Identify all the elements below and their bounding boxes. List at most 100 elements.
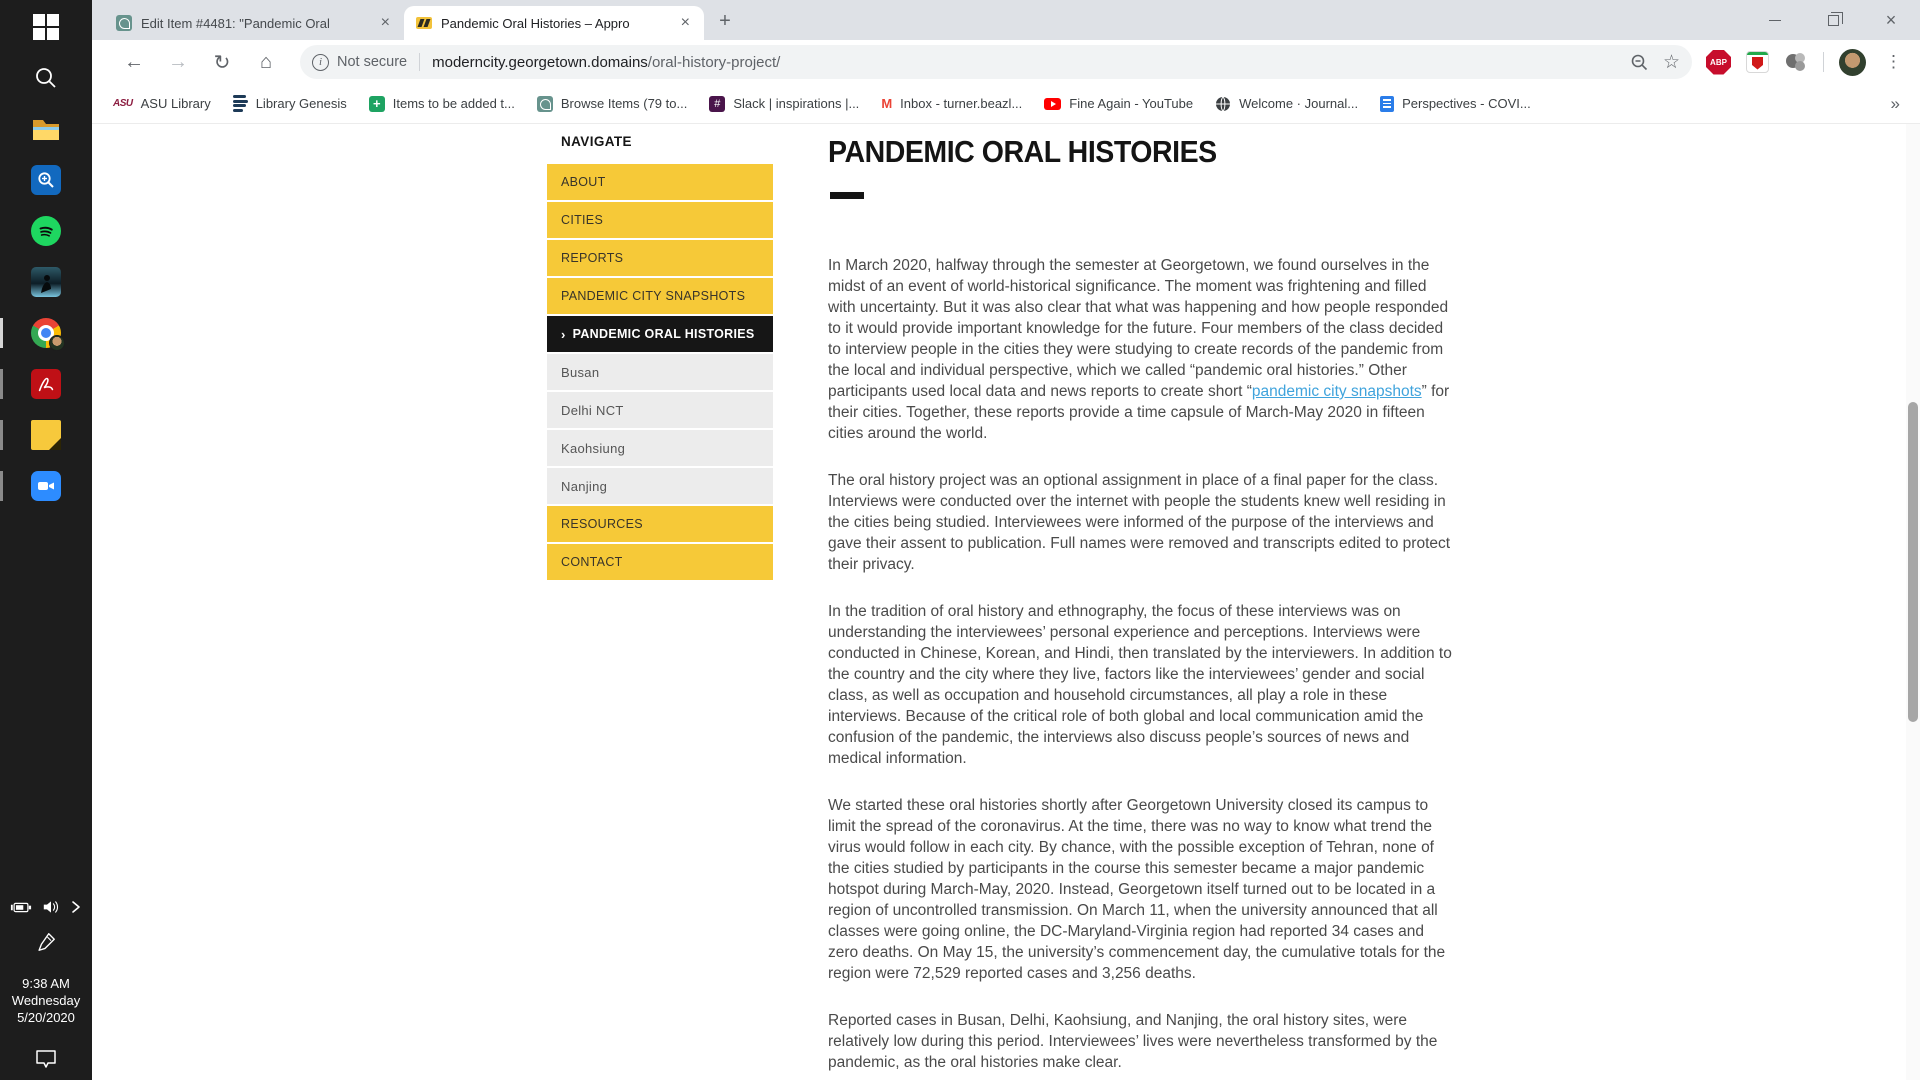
google-docs-icon <box>1380 96 1394 112</box>
nav-item-kaohsiung[interactable]: Kaohsiung <box>547 430 773 466</box>
tab-pandemic-oral-histories[interactable]: Pandemic Oral Histories – Appro × <box>404 6 704 40</box>
forward-button[interactable]: → <box>156 51 200 74</box>
bookmark-slack[interactable]: # Slack | inspirations |... <box>698 96 870 112</box>
bookmarks-overflow-chevron[interactable]: » <box>1881 94 1910 114</box>
nav-item-nanjing[interactable]: Nanjing <box>547 468 773 504</box>
close-window-button[interactable]: × <box>1862 0 1920 40</box>
nav-item-about[interactable]: ABOUT <box>547 164 773 200</box>
slack-icon: # <box>709 96 725 112</box>
tab-close-icon[interactable]: × <box>679 15 692 31</box>
site-info-icon[interactable]: i <box>312 54 329 71</box>
nav-item-delhi-nct[interactable]: Delhi NCT <box>547 392 773 428</box>
tab-close-icon[interactable]: × <box>379 15 392 31</box>
url-path: /oral-history-project/ <box>648 54 781 71</box>
magnifier-app-button[interactable] <box>0 159 92 201</box>
new-tab-button[interactable]: + <box>710 6 740 36</box>
file-explorer-button[interactable] <box>0 108 92 150</box>
nav-item-busan[interactable]: Busan <box>547 354 773 390</box>
tab-edit-item[interactable]: Edit Item #4481: "Pandemic Oral × <box>104 6 404 40</box>
windows-ink-pen-icon[interactable] <box>35 931 57 953</box>
globe-icon <box>1215 96 1231 112</box>
file-explorer-icon <box>31 116 61 142</box>
zoom-app-icon <box>31 471 61 501</box>
url-host: moderncity.georgetown.domains <box>432 54 648 71</box>
url-text[interactable]: moderncity.georgetown.domains/oral-histo… <box>432 54 1630 71</box>
bookmark-label: Slack | inspirations |... <box>733 96 859 111</box>
title-rule <box>830 192 864 199</box>
paragraph-5: Reported cases in Busan, Delhi, Kaohsiun… <box>828 1010 1458 1073</box>
bookmark-asu-library[interactable]: ASU ASU Library <box>102 96 222 111</box>
bookmark-label: Items to be added t... <box>393 96 515 111</box>
nav-item-pandemic-oral-histories[interactable]: › PANDEMIC ORAL HISTORIES <box>547 316 773 352</box>
reload-button[interactable]: ↻ <box>200 50 244 75</box>
taskbar-clock[interactable]: 9:38 AM Wednesday 5/20/2020 <box>12 975 80 1026</box>
magnifier-app-icon <box>31 165 61 195</box>
taskbar-search-button[interactable] <box>0 57 92 99</box>
scrollbar-thumb[interactable] <box>1908 402 1918 722</box>
gmail-icon: M <box>881 96 892 111</box>
browser-menu-icon[interactable]: ⋮ <box>1881 52 1906 72</box>
bookmark-perspectives[interactable]: Perspectives - COVI... <box>1369 96 1542 112</box>
spotify-icon <box>31 216 61 246</box>
web-page: NAVIGATE ABOUT CITIES REPORTS PANDEMIC C… <box>92 124 1920 1080</box>
bookmark-library-genesis[interactable]: Library Genesis <box>222 95 358 112</box>
bookmark-label: Welcome · Journal... <box>1239 96 1358 111</box>
action-center-icon[interactable] <box>34 1048 58 1070</box>
paragraph-2: The oral history project was an optional… <box>828 470 1458 575</box>
battery-charging-icon[interactable] <box>10 901 32 914</box>
nav-item-contact[interactable]: CONTACT <box>547 544 773 580</box>
clock-date: 5/20/2020 <box>12 1009 80 1026</box>
start-button[interactable] <box>0 6 92 48</box>
bookmark-label: Fine Again - YouTube <box>1069 96 1193 111</box>
bookmark-inbox[interactable]: M Inbox - turner.beazl... <box>870 96 1033 111</box>
nav-item-reports[interactable]: REPORTS <box>547 240 773 276</box>
taskbar-pinned-apps <box>0 6 92 507</box>
acrobat-button[interactable] <box>0 363 92 405</box>
paragraph-3: In the tradition of oral history and eth… <box>828 601 1458 769</box>
minimize-button[interactable] <box>1746 0 1804 40</box>
kindle-icon <box>31 267 61 297</box>
zoom-level-icon[interactable] <box>1630 53 1649 72</box>
nav-header: NAVIGATE <box>561 134 773 149</box>
toolbar-divider <box>1823 52 1824 72</box>
asu-logo-icon: ASU <box>113 98 133 109</box>
bookmark-label: Browse Items (79 to... <box>561 96 687 111</box>
nav-item-cities[interactable]: CITIES <box>547 202 773 238</box>
tab-title: Edit Item #4481: "Pandemic Oral <box>141 16 370 31</box>
profile-avatar[interactable] <box>1839 49 1866 76</box>
back-button[interactable]: ← <box>112 51 156 74</box>
pandemic-city-snapshots-link[interactable]: pandemic city snapshots <box>1252 383 1422 400</box>
bookmark-star-icon[interactable]: ☆ <box>1663 51 1680 74</box>
article: PANDEMIC ORAL HISTORIES In March 2020, h… <box>828 134 1458 1080</box>
kindle-button[interactable] <box>0 261 92 303</box>
nav-item-label: PANDEMIC ORAL HISTORIES <box>573 327 755 341</box>
mcafee-webadvisor-extension-icon[interactable] <box>1746 51 1769 73</box>
adblock-plus-extension-icon[interactable]: ABP <box>1706 50 1731 75</box>
bookmark-journal[interactable]: Welcome · Journal... <box>1204 96 1369 112</box>
active-chevron-icon: › <box>561 327 566 342</box>
spotify-button[interactable] <box>0 210 92 252</box>
address-bar[interactable]: i Not secure moderncity.georgetown.domai… <box>300 45 1692 79</box>
volume-icon[interactable] <box>41 899 61 915</box>
address-divider <box>419 53 420 71</box>
bookmark-youtube[interactable]: Fine Again - YouTube <box>1033 96 1204 111</box>
extensions-row: ABP ⋮ <box>1706 49 1906 76</box>
restore-button[interactable] <box>1804 0 1862 40</box>
tray-expand-chevron-icon[interactable] <box>70 900 82 914</box>
chrome-profile-avatar <box>49 335 65 351</box>
nav-item-resources[interactable]: RESOURCES <box>547 506 773 542</box>
security-label[interactable]: Not secure <box>337 54 407 70</box>
chrome-button[interactable] <box>0 312 92 354</box>
molecule-extension-icon[interactable] <box>1784 51 1808 73</box>
bookmarks-bar: ASU ASU Library Library Genesis + Items … <box>92 84 1920 124</box>
omeka-favicon <box>116 15 132 31</box>
page-scrollbar[interactable] <box>1906 124 1920 1080</box>
bookmark-browse-items[interactable]: Browse Items (79 to... <box>526 96 698 112</box>
nav-item-pandemic-city-snapshots[interactable]: PANDEMIC CITY SNAPSHOTS <box>547 278 773 314</box>
sticky-notes-button[interactable] <box>0 414 92 456</box>
shield-icon <box>1752 57 1763 70</box>
zoom-app-button[interactable] <box>0 465 92 507</box>
paragraph-1: In March 2020, halfway through the semes… <box>828 255 1458 444</box>
bookmark-items-to-be-added[interactable]: + Items to be added t... <box>358 96 526 112</box>
home-button[interactable]: ⌂ <box>244 51 288 74</box>
